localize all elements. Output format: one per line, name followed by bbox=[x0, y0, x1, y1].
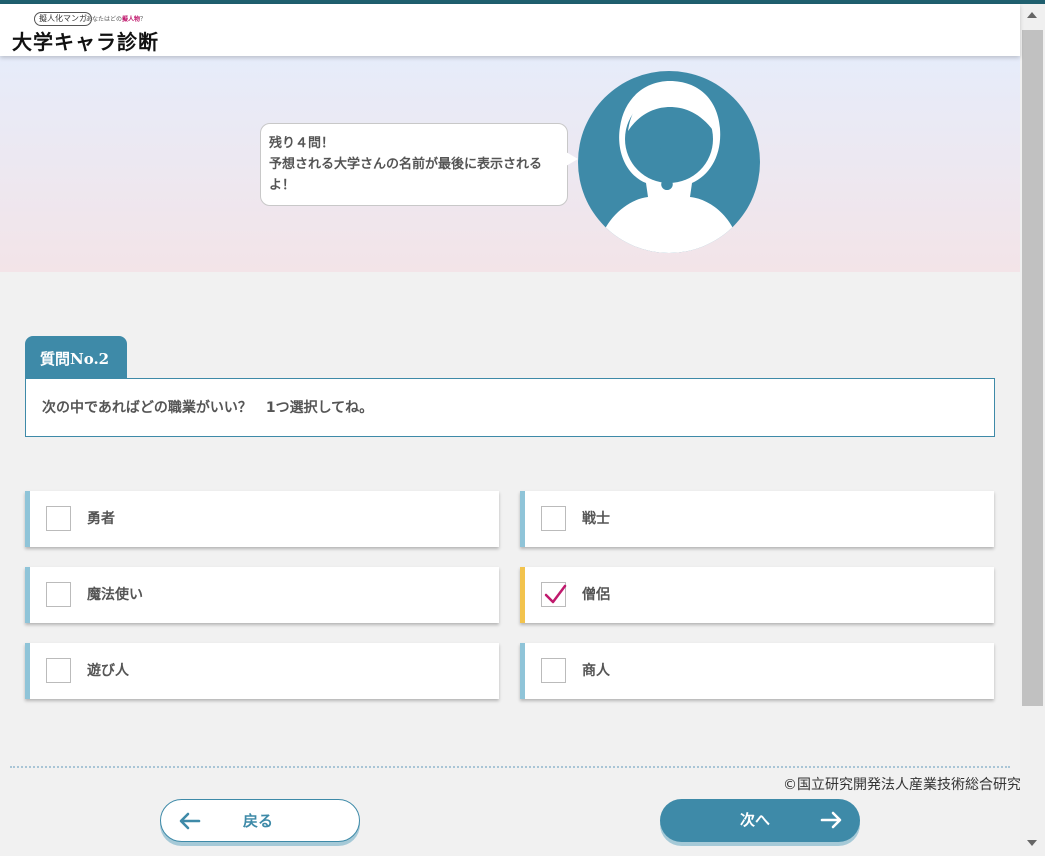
next-button-label: 次へ bbox=[740, 811, 771, 829]
option-checkbox[interactable] bbox=[46, 506, 71, 531]
arrow-left-icon bbox=[179, 812, 201, 830]
question-number-tab: 質問No.2 bbox=[25, 336, 127, 378]
option-checkbox[interactable] bbox=[46, 658, 71, 683]
option-label: 戦士 bbox=[582, 511, 610, 527]
option-asobinin[interactable]: 遊び人 bbox=[25, 643, 499, 699]
option-checkbox[interactable] bbox=[541, 658, 566, 683]
option-checkbox[interactable] bbox=[541, 506, 566, 531]
speech-bubble: 残り４問！ 予想される大学さんの名前が最後に表示されるよ！ bbox=[260, 123, 568, 206]
option-label: 遊び人 bbox=[87, 663, 129, 679]
question-silhouette-icon: ? bbox=[578, 71, 760, 253]
scroll-down-arrow-icon[interactable] bbox=[1027, 840, 1037, 846]
footer-divider bbox=[10, 766, 1010, 768]
hero-banner: 残り４問！ 予想される大学さんの名前が最後に表示されるよ！ ? bbox=[0, 56, 1020, 272]
option-shounin[interactable]: 商人 bbox=[520, 643, 994, 699]
option-label: 魔法使い bbox=[87, 587, 143, 603]
option-label: 商人 bbox=[582, 663, 610, 679]
svg-text:?: ? bbox=[651, 131, 687, 204]
option-label: 僧侶 bbox=[582, 587, 610, 603]
back-button-label: 戻る bbox=[243, 812, 274, 830]
vertical-scrollbar[interactable] bbox=[1020, 4, 1045, 856]
check-icon bbox=[544, 584, 567, 604]
option-label: 勇者 bbox=[87, 511, 115, 527]
arrow-right-icon bbox=[820, 811, 842, 829]
speech-bubble-tail bbox=[566, 152, 578, 166]
copyright-text: ©国立研究開発法人産業技術総合研究所 bbox=[783, 777, 1035, 793]
next-button[interactable]: 次へ bbox=[660, 799, 860, 842]
option-mahoutsukai[interactable]: 魔法使い bbox=[25, 567, 499, 623]
option-checkbox[interactable] bbox=[46, 582, 71, 607]
bubble-line-1: 残り４問！ bbox=[269, 136, 335, 151]
bubble-line-2: 予想される大学さんの名前が最後に表示されるよ！ bbox=[269, 157, 543, 193]
logo-subtitle: 擬人化マンガ bbox=[34, 12, 92, 26]
option-souryo[interactable]: 僧侶 bbox=[520, 567, 994, 623]
logo-title: 大学キャラ診断 bbox=[12, 30, 159, 54]
back-button[interactable]: 戻る bbox=[160, 799, 360, 842]
question-text: 次の中であればどの職業がいい？ 1つ選択してね。 bbox=[25, 378, 995, 437]
option-yuusha[interactable]: 勇者 bbox=[25, 491, 499, 547]
option-checkbox[interactable] bbox=[541, 582, 567, 607]
scrollbar-thumb[interactable] bbox=[1022, 30, 1043, 706]
option-senshi[interactable]: 戦士 bbox=[520, 491, 994, 547]
scroll-up-arrow-icon[interactable] bbox=[1027, 12, 1037, 18]
site-header: 擬人化マンガ あなたはどの擬人物？ 大学キャラ診断 bbox=[0, 4, 1020, 56]
site-logo[interactable]: 擬人化マンガ あなたはどの擬人物？ 大学キャラ診断 bbox=[12, 10, 162, 54]
logo-tagline: あなたはどの擬人物？ bbox=[86, 16, 147, 23]
